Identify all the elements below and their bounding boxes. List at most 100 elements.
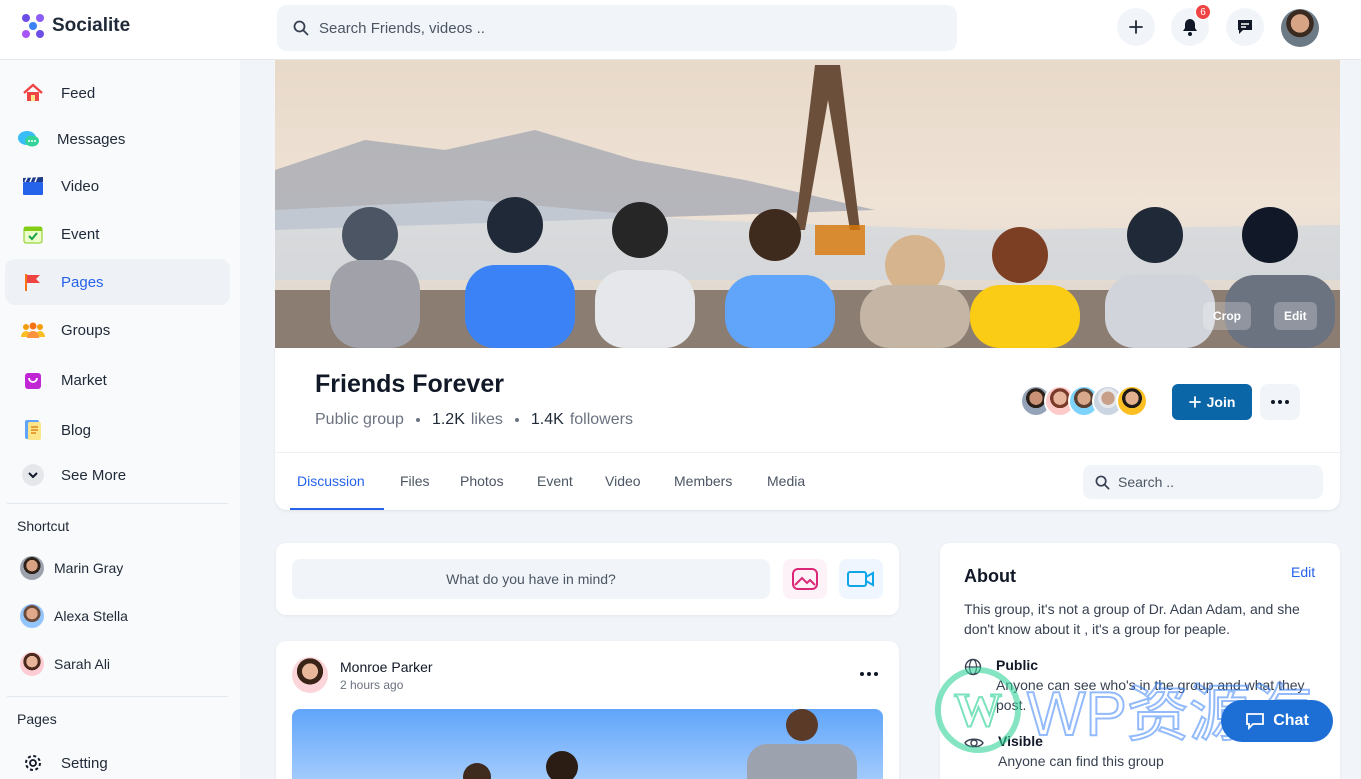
logo[interactable]: Socialite [22, 14, 130, 38]
shortcut-alexa-stella[interactable]: Alexa Stella [20, 604, 128, 628]
sidebar-item-setting[interactable]: Setting [5, 740, 230, 779]
messages-icon [17, 127, 41, 151]
divider [275, 452, 1340, 453]
member-avatars[interactable] [1020, 385, 1148, 417]
more-dots-icon [860, 672, 878, 676]
tab-members[interactable]: Members [674, 473, 732, 489]
sidebar: Feed Messages Video Event Pages Groups M… [0, 60, 240, 779]
chat-button[interactable]: Chat [1221, 700, 1333, 742]
app-name: Socialite [52, 15, 131, 36]
tab-video[interactable]: Video [605, 473, 641, 489]
user-avatar[interactable] [1281, 9, 1319, 47]
sidebar-item-label: Setting [61, 754, 108, 772]
logo-icon [22, 14, 46, 38]
divider [7, 503, 228, 504]
flag-icon [21, 270, 45, 294]
post-image[interactable] [292, 709, 883, 779]
avatar[interactable] [292, 657, 328, 693]
tab-media[interactable]: Media [767, 473, 805, 489]
sidebar-item-messages[interactable]: Messages [1, 116, 226, 162]
likes-label: likes [470, 411, 503, 428]
separator-dot [415, 418, 420, 422]
tab-event[interactable]: Event [537, 473, 573, 489]
post-author[interactable]: Monroe Parker [340, 659, 433, 675]
sidebar-item-video[interactable]: Video [5, 163, 230, 209]
globe-icon [964, 658, 982, 676]
avatar [20, 604, 44, 628]
sidebar-item-feed[interactable]: Feed [5, 70, 230, 116]
about-card: About Edit This group, it's not a group … [940, 543, 1340, 779]
sidebar-item-label: Messages [57, 130, 126, 148]
sidebar-item-label: Market [61, 371, 107, 389]
group-header: Friends Forever Public group 1.2K likes … [275, 348, 1340, 510]
event-icon [21, 222, 45, 246]
sidebar-item-blog[interactable]: Blog [5, 407, 230, 453]
image-icon [792, 568, 818, 590]
tab-files[interactable]: Files [400, 473, 430, 489]
crop-cover-button[interactable]: Crop [1203, 302, 1251, 330]
create-button[interactable] [1117, 8, 1155, 46]
video-camera-icon [847, 571, 874, 587]
sidebar-item-market[interactable]: Market [5, 357, 230, 403]
avatar [20, 652, 44, 676]
video-icon [21, 174, 45, 198]
notification-badge: 6 [1195, 4, 1211, 20]
sidebar-item-label: See More [61, 466, 127, 484]
cover-photo [275, 60, 1340, 348]
shortcut-sarah-ali[interactable]: Sarah Ali [20, 652, 110, 676]
post-time: 2 hours ago [340, 678, 404, 692]
about-edit-link[interactable]: Edit [1291, 564, 1315, 580]
sidebar-item-event[interactable]: Event [5, 211, 230, 257]
shortcut-name: Marin Gray [54, 560, 124, 576]
more-dots-icon [1271, 400, 1289, 404]
edit-cover-button[interactable]: Edit [1274, 302, 1317, 330]
add-video-button[interactable] [839, 559, 883, 599]
tab-photos[interactable]: Photos [460, 473, 504, 489]
sidebar-item-pages[interactable]: Pages [5, 259, 230, 305]
tab-discussion[interactable]: Discussion [297, 473, 365, 489]
top-bar: Socialite 6 [0, 0, 1361, 60]
chat-label: Chat [1273, 712, 1309, 729]
notifications-button[interactable]: 6 [1171, 4, 1211, 46]
composer-input[interactable]: What do you have in mind? [292, 559, 770, 599]
see-more-button[interactable]: See More [5, 452, 230, 498]
group-type: Public group [315, 411, 404, 428]
group-search[interactable] [1083, 465, 1323, 499]
sidebar-item-label: Blog [61, 421, 92, 439]
likes-count: 1.2K [431, 411, 465, 428]
eye-icon [964, 738, 984, 748]
group-more-button[interactable] [1260, 384, 1300, 420]
plus-icon [1188, 396, 1201, 408]
sidebar-item-groups[interactable]: Groups [5, 307, 230, 353]
visible-text: Anyone can find this group [998, 753, 1164, 769]
sidebar-item-label: Feed [61, 84, 96, 102]
avatar [20, 556, 44, 580]
blog-icon [21, 418, 45, 442]
global-search[interactable] [277, 5, 957, 51]
join-button[interactable]: Join [1172, 384, 1252, 420]
chat-bubble-icon [1246, 713, 1265, 730]
shortcut-marin-gray[interactable]: Marin Gray [20, 556, 123, 580]
sidebar-item-label: Event [61, 225, 100, 243]
shortcut-heading: Shortcut [17, 518, 70, 534]
messages-button[interactable] [1226, 8, 1264, 46]
active-tab-indicator [290, 508, 384, 510]
add-photo-button[interactable] [783, 559, 827, 599]
post-more-button[interactable] [860, 663, 878, 681]
post-card: Monroe Parker 2 hours ago [276, 641, 899, 779]
post-composer: What do you have in mind? [276, 543, 899, 615]
sidebar-item-label: Groups [61, 321, 111, 339]
group-search-input[interactable] [1118, 474, 1308, 490]
divider [7, 696, 228, 697]
group-meta: Public group 1.2K likes 1.4K followers [315, 411, 633, 429]
followers-label: followers [569, 411, 633, 428]
bell-icon [1183, 19, 1197, 36]
group-name: Friends Forever [315, 370, 504, 398]
search-input[interactable] [319, 19, 879, 37]
join-label: Join [1206, 394, 1236, 410]
plus-icon [1129, 20, 1143, 34]
search-icon [293, 20, 309, 36]
about-description: This group, it's not a group of Dr. Adan… [964, 601, 1300, 637]
shortcut-name: Sarah Ali [54, 656, 111, 672]
about-title: About [964, 566, 1016, 586]
